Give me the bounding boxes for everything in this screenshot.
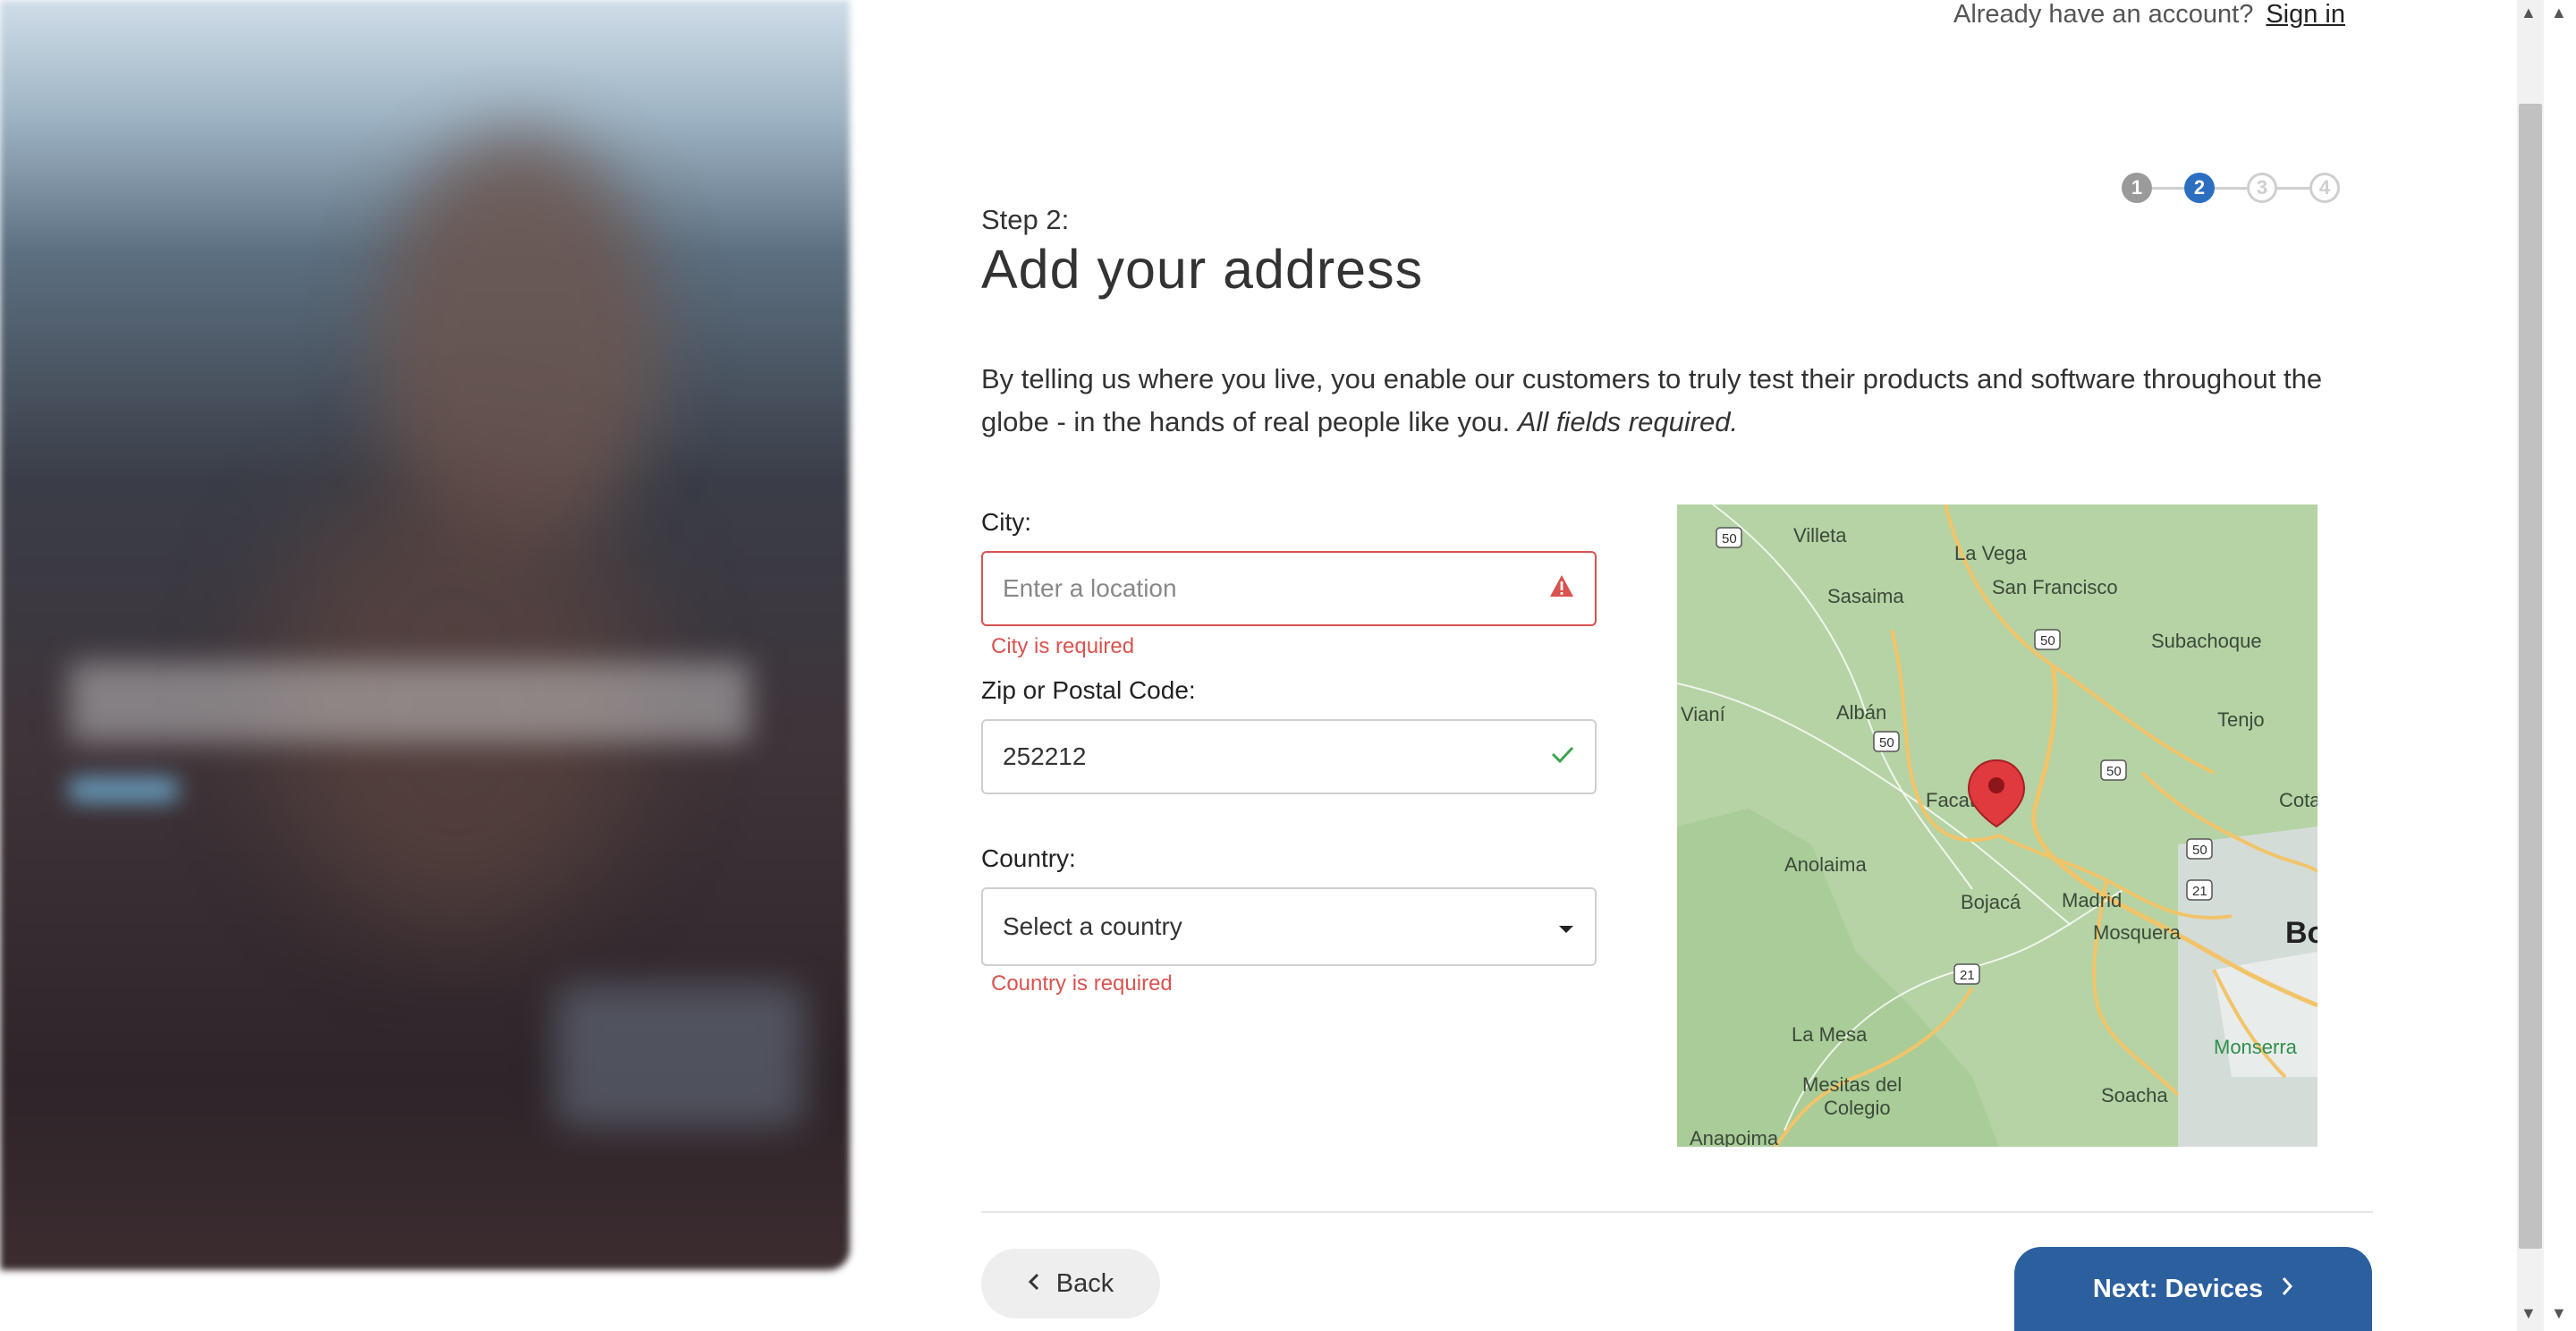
progress-stepper: 1 2 3 4	[2122, 170, 2340, 206]
outer-scroll-up-icon[interactable]: ▲	[2551, 4, 2567, 22]
intro-emphasis: All fields required.	[1517, 406, 1739, 437]
zip-label: Zip or Postal Code:	[981, 676, 1196, 704]
svg-text:50: 50	[2106, 764, 2122, 779]
map-place-label: Bojacá	[1961, 891, 2021, 913]
route-shield: 50	[2100, 759, 2127, 781]
step-connector	[2277, 186, 2309, 190]
map-place-label: Bo	[2285, 916, 2318, 950]
map-place-label: San Francisco	[1992, 576, 2118, 598]
hero-image	[0, 0, 850, 1270]
svg-text:50: 50	[2192, 843, 2207, 858]
svg-text:50: 50	[1879, 735, 1894, 750]
account-prompt-text: Already have an account?	[1953, 0, 2254, 29]
step-1-indicator: 1	[2122, 173, 2152, 203]
route-shield: 21	[2186, 879, 2213, 901]
route-shield: 21	[1953, 963, 1980, 985]
map-place-label: Monserra	[2214, 1036, 2298, 1058]
map-place-label: Sasaima	[1827, 585, 1904, 607]
map-place-label: Cota	[2279, 789, 2318, 811]
zip-input[interactable]: 252212	[981, 719, 1597, 794]
scroll-down-icon[interactable]: ▼	[2521, 1304, 2537, 1323]
next-devices-button[interactable]: Next: Devices	[2014, 1247, 2372, 1331]
country-label: Country:	[981, 844, 1076, 872]
svg-text:50: 50	[1722, 531, 1737, 547]
route-shield: 50	[2034, 629, 2061, 650]
footer-divider	[981, 1211, 2373, 1213]
city-label: City:	[981, 508, 1031, 536]
map-place-label: Anolaima	[1784, 853, 1867, 876]
back-button[interactable]: Back	[981, 1249, 1160, 1318]
city-error-message: City is required	[991, 634, 1135, 658]
map-place-label: Vianí	[1681, 703, 1725, 725]
next-button-label: Next: Devices	[2092, 1274, 2264, 1303]
map-place-label: Soacha	[2101, 1084, 2168, 1106]
map-place-label: Colegio	[1824, 1097, 1891, 1119]
map-place-label: Tenjo	[2217, 708, 2265, 731]
step-connector	[2215, 186, 2247, 190]
sign-in-prompt: Already have an account? Sign in	[1953, 0, 2345, 30]
map-place-label: Mesitas del	[1802, 1073, 1902, 1096]
city-input[interactable]: Enter a location	[981, 551, 1597, 626]
step-3-indicator: 3	[2247, 173, 2277, 203]
country-error-message: Country is required	[991, 971, 1173, 996]
country-select[interactable]: Select a country	[981, 887, 1597, 966]
outer-scroll-down-icon[interactable]: ▼	[2551, 1304, 2567, 1323]
location-map[interactable]: Villeta La Vega San Francisco Sasaima Su…	[1677, 504, 2318, 1147]
zip-value: 252212	[1003, 742, 1087, 770]
svg-text:21: 21	[2192, 884, 2207, 899]
warning-icon	[1548, 573, 1575, 605]
scroll-up-icon[interactable]: ▲	[2521, 4, 2537, 22]
route-shield: 50	[1873, 731, 1900, 752]
map-place-label: Villeta	[1793, 524, 1847, 547]
map-place-label: Anapoima	[1690, 1127, 1779, 1147]
route-shield: 50	[1716, 527, 1742, 548]
sign-in-link[interactable]: Sign in	[2266, 0, 2345, 29]
map-place-label: La Mesa	[1792, 1023, 1868, 1046]
chevron-left-icon	[1028, 1269, 1040, 1299]
intro-text: By telling us where you live, you enable…	[981, 358, 2323, 444]
page-title: Add your address	[981, 239, 1424, 300]
step-connector	[2152, 186, 2184, 190]
svg-text:21: 21	[1960, 968, 1975, 983]
step-2-indicator: 2	[2184, 173, 2215, 203]
chevron-right-icon	[2281, 1275, 2293, 1304]
map-place-label: La Vega	[1954, 542, 2028, 564]
step-label: Step 2:	[981, 204, 1070, 235]
checkmark-icon	[1550, 742, 1575, 771]
country-selected-value: Select a country	[1003, 912, 1182, 940]
svg-text:50: 50	[2040, 633, 2055, 649]
city-placeholder: Enter a location	[1003, 574, 1177, 602]
map-place-label: Madrid	[2062, 889, 2122, 911]
route-shield: 50	[2186, 838, 2213, 860]
back-button-label: Back	[1055, 1268, 1114, 1298]
step-4-indicator: 4	[2309, 173, 2340, 203]
scrollbar-thumb[interactable]	[2519, 104, 2542, 1249]
map-place-label: Mosquera	[2093, 921, 2182, 944]
map-place-label: Albán	[1836, 701, 1886, 724]
map-place-label: Subachoque	[2151, 630, 2262, 652]
caret-down-icon	[1557, 912, 1575, 941]
